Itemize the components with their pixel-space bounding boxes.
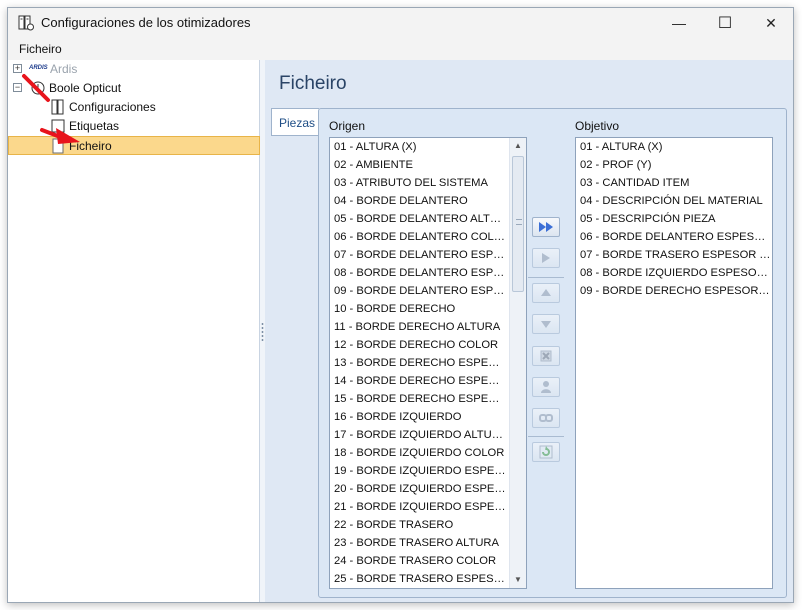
origen-list-item[interactable]: 04 - BORDE DELANTERO <box>330 192 526 210</box>
close-button[interactable]: ✕ <box>748 8 794 38</box>
origen-list-item[interactable]: 19 - BORDE IZQUIERDO ESPESOR <box>330 462 526 480</box>
move-right-icon <box>542 253 550 263</box>
delete-button[interactable] <box>532 346 560 366</box>
scroll-down-icon[interactable]: ▼ <box>510 572 526 588</box>
origen-list-item[interactable]: 14 - BORDE DERECHO ESPESOR Y <box>330 372 526 390</box>
toolbar-divider <box>528 436 564 437</box>
objetivo-list-item[interactable]: 08 - BORDE IZQUIERDO ESPESOR Y COLOR <box>576 264 772 282</box>
app-settings-icon <box>18 15 34 31</box>
origen-list-item[interactable]: 20 - BORDE IZQUIERDO ESPESOR <box>330 480 526 498</box>
move-all-right-button[interactable] <box>532 217 560 237</box>
origen-list-item[interactable]: 07 - BORDE DELANTERO ESPESOR <box>330 246 526 264</box>
menu-bar: Ficheiro <box>8 39 793 59</box>
move-down-button[interactable] <box>532 314 560 334</box>
user-icon <box>541 381 551 393</box>
objetivo-items: 01 - ALTURA (X) 02 - PROF (Y) 03 - CANTIDA… <box>576 138 772 300</box>
objetivo-list-item[interactable]: 03 - CANTIDAD ITEM <box>576 174 772 192</box>
maximize-button[interactable]: ☐ <box>702 8 748 38</box>
delete-icon <box>540 350 552 362</box>
tab-piezas[interactable]: Piezas <box>271 108 319 136</box>
move-down-icon <box>541 321 551 328</box>
move-up-icon <box>541 289 551 296</box>
origen-list-item[interactable]: 01 - ALTURA (X) <box>330 138 526 156</box>
objetivo-list-item[interactable]: 02 - PROF (Y) <box>576 156 772 174</box>
objetivo-list-item[interactable]: 05 - DESCRIPCIÓN PIEZA <box>576 210 772 228</box>
move-all-right-icon <box>539 222 553 232</box>
origen-list-item[interactable]: 03 - ATRIBUTO DEL SISTEMA <box>330 174 526 192</box>
objetivo-list[interactable]: 01 - ALTURA (X) 02 - PROF (Y) 03 - CANTIDA… <box>575 137 773 589</box>
objetivo-list-item[interactable]: 09 - BORDE DERECHO ESPESOR Y COLOR <box>576 282 772 300</box>
detail-pane: Ficheiro Piezas Origen Objetivo 01 - ALT… <box>265 60 793 602</box>
scroll-up-icon[interactable]: ▲ <box>510 138 526 154</box>
move-up-button[interactable] <box>532 283 560 303</box>
section-title: Ficheiro <box>279 73 347 94</box>
origen-list-item[interactable]: 10 - BORDE DERECHO <box>330 300 526 318</box>
origen-list-item[interactable]: 21 - BORDE IZQUIERDO ESPESOR <box>330 498 526 516</box>
origen-list-item[interactable]: 02 - AMBIENTE <box>330 156 526 174</box>
origen-list[interactable]: 01 - ALTURA (X) 02 - AMBIENTE 03 - ATRIBUT… <box>329 137 527 589</box>
user-button[interactable] <box>532 377 560 397</box>
origen-list-item[interactable]: 16 - BORDE IZQUIERDO <box>330 408 526 426</box>
origen-list-item[interactable]: 09 - BORDE DELANTERO ESPESOR <box>330 282 526 300</box>
origen-list-item[interactable]: 22 - BORDE TRASERO <box>330 516 526 534</box>
link-icon <box>539 414 553 422</box>
tab-panel-piezas: Origen Objetivo 01 - ALTURA (X) 02 - AMBI… <box>318 108 787 598</box>
objetivo-list-item[interactable]: 04 - DESCRIPCIÓN DEL MATERIAL <box>576 192 772 210</box>
origen-list-item[interactable]: 12 - BORDE DERECHO COLOR <box>330 336 526 354</box>
close-icon: ✕ <box>765 14 777 31</box>
maximize-icon: ☐ <box>717 15 733 32</box>
move-right-button[interactable] <box>532 248 560 268</box>
scroll-thumb[interactable] <box>512 156 524 292</box>
origen-list-item[interactable]: 25 - BORDE TRASERO ESPESOR <box>330 570 526 588</box>
origen-scrollbar[interactable]: ▲ ▼ <box>509 138 526 588</box>
minimize-button[interactable]: — <box>656 8 702 38</box>
annotation-arrow-icon <box>22 74 80 144</box>
origen-list-item[interactable]: 05 - BORDE DELANTERO ALTURA <box>330 210 526 228</box>
objetivo-label: Objetivo <box>575 119 620 133</box>
origen-list-item[interactable]: 11 - BORDE DERECHO ALTURA <box>330 318 526 336</box>
origen-list-item[interactable]: 24 - BORDE TRASERO COLOR <box>330 552 526 570</box>
scroll-grip-icon <box>516 219 522 225</box>
objetivo-list-item[interactable]: 07 - BORDE TRASERO ESPESOR Y COLOR <box>576 246 772 264</box>
link-button[interactable] <box>532 408 560 428</box>
window-title: Configuraciones de los otimizadores <box>41 15 251 30</box>
objetivo-list-item[interactable]: 06 - BORDE DELANTERO ESPESOR Y COLOR <box>576 228 772 246</box>
toolbar-divider <box>528 277 564 278</box>
minimize-icon: — <box>672 15 686 31</box>
origen-list-item[interactable]: 15 - BORDE DERECHO ESPESOR Y <box>330 390 526 408</box>
refresh-icon <box>539 445 553 459</box>
config-tree: + ARDIS Ardis − Boole Opticut Configurac… <box>8 60 260 602</box>
refresh-button[interactable] <box>532 442 560 462</box>
objetivo-list-item[interactable]: 01 - ALTURA (X) <box>576 138 772 156</box>
menu-ficheiro[interactable]: Ficheiro <box>19 42 62 56</box>
origen-list-item[interactable]: 18 - BORDE IZQUIERDO COLOR <box>330 444 526 462</box>
client-area: + ARDIS Ardis − Boole Opticut Configurac… <box>8 60 793 602</box>
tab-strip: Piezas <box>269 108 319 598</box>
origen-list-item[interactable]: 08 - BORDE DELANTERO ESPESOR <box>330 264 526 282</box>
origen-list-item[interactable]: 17 - BORDE IZQUIERDO ALTURA <box>330 426 526 444</box>
app-window: Configuraciones de los otimizadores — ☐ … <box>7 7 794 603</box>
splitter-grip-icon <box>261 322 264 342</box>
origen-items: 01 - ALTURA (X) 02 - AMBIENTE 03 - ATRIBUT… <box>330 138 526 588</box>
title-bar: Configuraciones de los otimizadores — ☐ … <box>8 8 793 38</box>
origen-list-item[interactable]: 23 - BORDE TRASERO ALTURA <box>330 534 526 552</box>
origen-list-item[interactable]: 06 - BORDE DELANTERO COLOR <box>330 228 526 246</box>
origen-label: Origen <box>329 119 366 133</box>
origen-list-item[interactable]: 13 - BORDE DERECHO ESPESOR <box>330 354 526 372</box>
